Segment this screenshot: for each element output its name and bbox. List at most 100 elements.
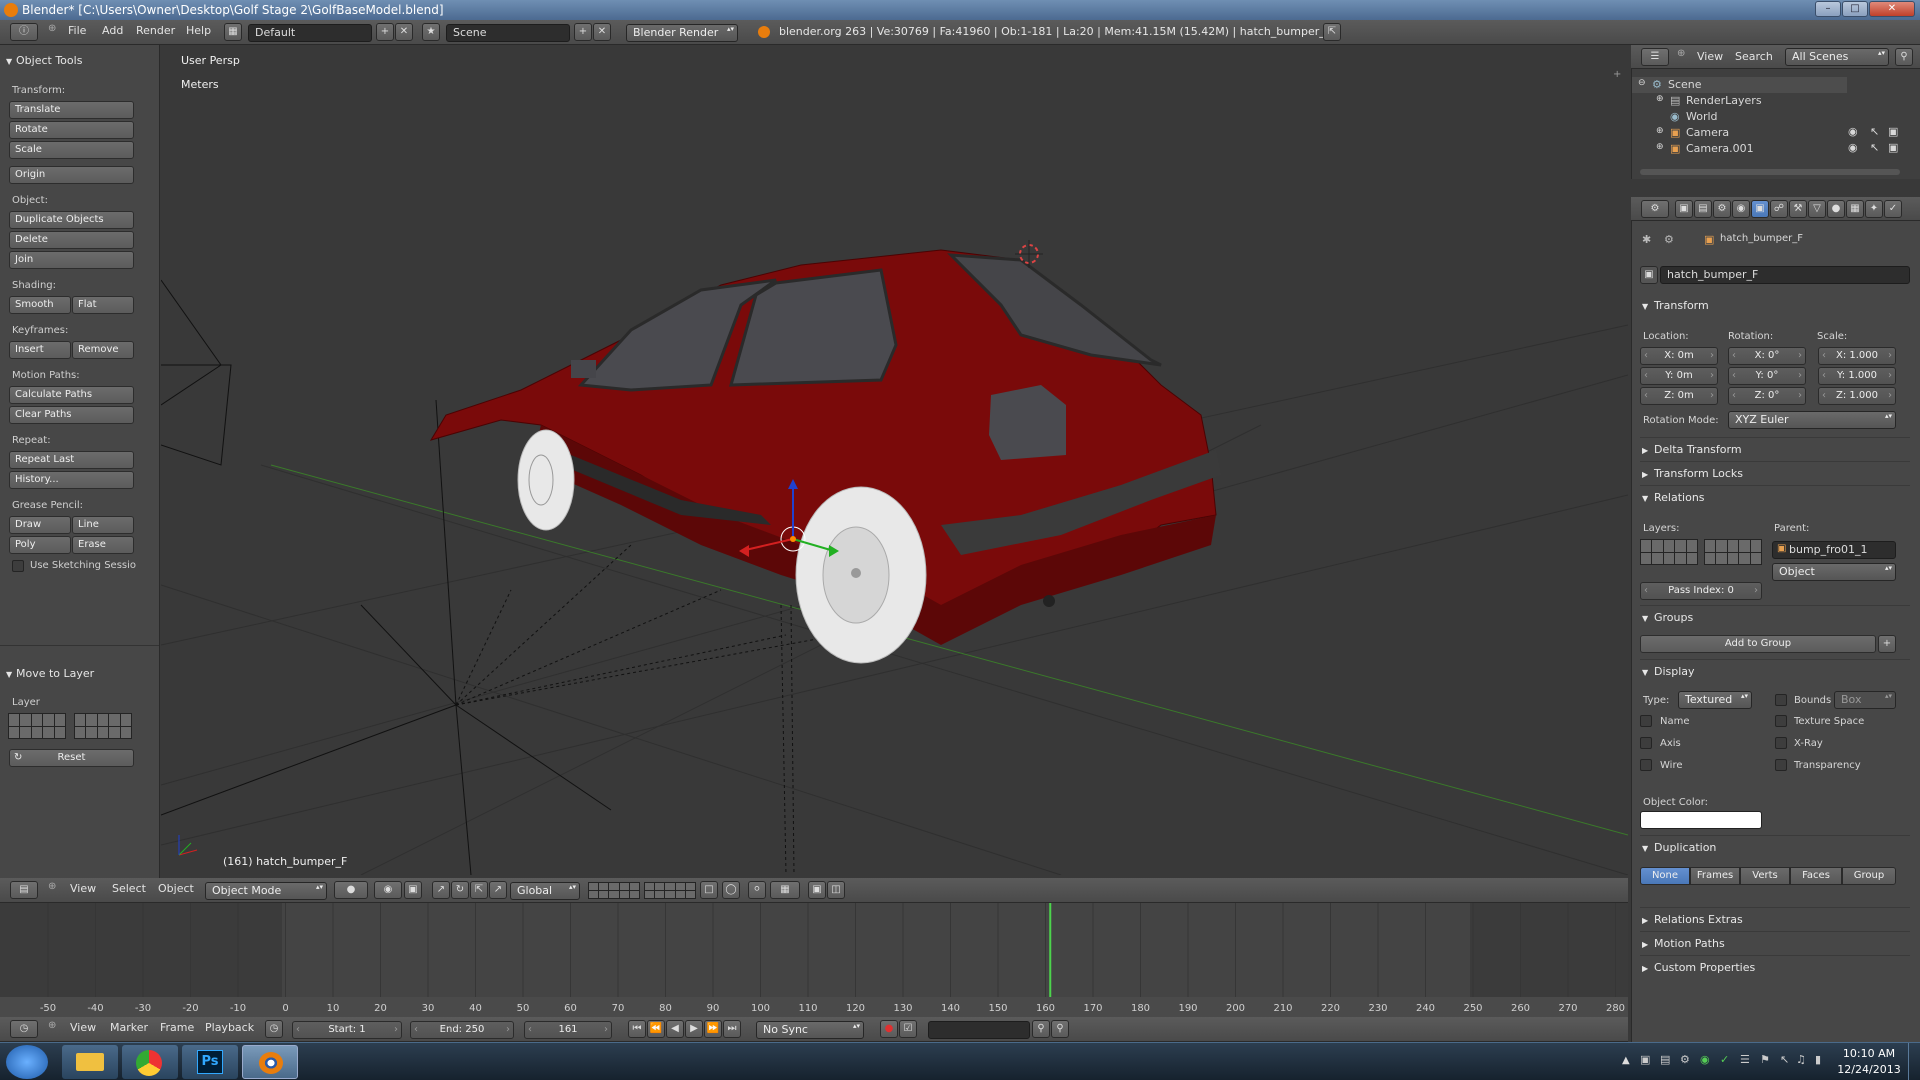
pass-index-field[interactable]: Pass Index: 0 — [1640, 582, 1762, 600]
delete-keyframe-icon[interactable]: ⚲ — [1051, 1020, 1069, 1038]
menu-help[interactable]: Help — [186, 20, 211, 42]
rotation-y-field[interactable]: Y: 0° — [1728, 367, 1806, 385]
show-desktop-button[interactable] — [1908, 1043, 1920, 1080]
world-tab-icon[interactable]: ◉ — [1732, 200, 1750, 218]
tray-cursor-icon[interactable]: ↖ — [1780, 1053, 1789, 1066]
outliner-row-camera001[interactable]: ⊕ ▣ Camera.001 ◉ ↖ ▣ — [1632, 141, 1920, 157]
relations-header[interactable]: ▼ Relations — [1642, 491, 1705, 504]
viewport-expand-icon[interactable]: + — [1613, 69, 1621, 80]
tray-monitor-icon[interactable]: ▤ — [1660, 1053, 1670, 1066]
screen-layout-icon[interactable]: ▦ — [224, 23, 242, 41]
display-type-select[interactable]: Textured — [1678, 691, 1752, 709]
timeline-editor[interactable]: -50 -40 -30 -20 -10 0 10 20 30 40 50 60 70 80 90 100 110… — [0, 903, 1628, 1017]
car-model[interactable] — [429, 249, 1221, 664]
grease-line-button[interactable]: Line — [72, 516, 134, 534]
mode-select[interactable]: Object Mode — [205, 882, 327, 900]
location-y-field[interactable]: Y: 0m — [1640, 367, 1718, 385]
expand-icon[interactable]: ⊕ — [1656, 126, 1664, 136]
menu-select[interactable]: Select — [112, 878, 146, 900]
grease-erase-button[interactable]: Erase — [72, 536, 134, 554]
custom-properties-header[interactable]: ▶ Custom Properties — [1642, 961, 1755, 974]
grease-draw-button[interactable]: Draw — [9, 516, 71, 534]
tray-wifi-icon[interactable]: ☰ — [1740, 1053, 1750, 1066]
viewport-layer-grid-left[interactable] — [588, 882, 640, 899]
parent-type-select[interactable]: Object — [1772, 563, 1896, 581]
add-scene-icon[interactable]: + — [574, 23, 592, 41]
maximize-button[interactable]: □ — [1842, 1, 1868, 17]
rotation-x-field[interactable]: X: 0° — [1728, 347, 1806, 365]
fullscreen-icon[interactable]: ⇱ — [1323, 23, 1341, 41]
scene-tab-icon[interactable]: ⚙ — [1713, 200, 1731, 218]
scene-field[interactable]: Scene — [446, 24, 570, 42]
dup-tab-verts[interactable]: Verts — [1740, 867, 1790, 885]
close-window-button[interactable]: ✕ — [1869, 1, 1915, 17]
minimize-button[interactable]: – — [1815, 1, 1841, 17]
grease-poly-button[interactable]: Poly — [9, 536, 71, 554]
shading-select-icon[interactable]: ● — [334, 881, 368, 899]
flat-button[interactable]: Flat — [72, 296, 134, 314]
menu-add[interactable]: Add — [102, 20, 123, 42]
outliner-row-renderlayers[interactable]: ⊕ ▤ RenderLayers — [1632, 93, 1920, 109]
scale-y-field[interactable]: Y: 1.000 — [1818, 367, 1896, 385]
start-button[interactable] — [6, 1045, 48, 1079]
outliner-menu-view[interactable]: View — [1697, 45, 1723, 69]
dup-tab-frames[interactable]: Frames — [1690, 867, 1740, 885]
outliner-filter-select[interactable]: All Scenes — [1785, 48, 1889, 66]
layer-grid-left[interactable] — [8, 713, 66, 739]
visibility-eye-icon[interactable]: ◉ — [1848, 141, 1858, 154]
expand-icon[interactable]: ⊖ — [1638, 78, 1646, 88]
texture-space-checkbox[interactable] — [1775, 715, 1787, 727]
expand-icon[interactable]: ⊕ — [1656, 142, 1664, 152]
clock-date[interactable]: 12/24/2013 — [1834, 1063, 1904, 1076]
translate-manipulator-icon[interactable]: ↗ — [432, 881, 450, 899]
outliner-menu-search[interactable]: Search — [1735, 45, 1773, 69]
insert-keyframe-button[interactable]: Insert — [9, 341, 71, 359]
outliner-row-scene[interactable]: ⊖ ⚙ Scene — [1632, 77, 1847, 93]
tray-volume-icon[interactable]: ♫ — [1796, 1053, 1806, 1066]
tray-flag-icon[interactable]: ⚑ — [1760, 1053, 1770, 1066]
menu-object[interactable]: Object — [158, 878, 194, 900]
editor-type-icon[interactable]: ◷ — [10, 1020, 38, 1038]
tray-check-icon[interactable]: ✓ — [1720, 1053, 1729, 1066]
add-to-group-button[interactable]: Add to Group — [1640, 635, 1876, 653]
dup-tab-faces[interactable]: Faces — [1790, 867, 1842, 885]
calculate-paths-button[interactable]: Calculate Paths — [9, 386, 134, 404]
timeline-menu-marker[interactable]: Marker — [110, 1017, 148, 1039]
jump-keyframe-forward-icon[interactable]: ⏩ — [704, 1020, 722, 1038]
menu-render[interactable]: Render — [136, 20, 175, 42]
selectable-cursor-icon[interactable]: ↖ — [1870, 141, 1879, 154]
dup-tab-none[interactable]: None — [1640, 867, 1690, 885]
rotation-mode-select[interactable]: XYZ Euler — [1728, 411, 1896, 429]
timeline-canvas[interactable]: -50 -40 -30 -20 -10 0 10 20 30 40 50 60 70 80 90 100 110… — [0, 903, 1628, 1017]
physics-tab-icon[interactable]: ✓ — [1884, 200, 1902, 218]
preview-range-icon[interactable]: ◷ — [265, 1020, 283, 1038]
opengl-anim-icon[interactable]: ◫ — [827, 881, 845, 899]
pivot-select-icon[interactable]: ◉ — [374, 881, 402, 899]
object-name-field[interactable]: hatch_bumper_F — [1660, 266, 1910, 284]
jump-keyframe-back-icon[interactable]: ⏪ — [647, 1020, 665, 1038]
parent-field[interactable]: bump_fro01_1 — [1772, 541, 1896, 559]
3d-viewport[interactable]: User Persp Meters (161) hatch_bumper_F + — [161, 45, 1628, 875]
screen-layout-field[interactable]: Default — [248, 24, 372, 42]
xray-checkbox[interactable] — [1775, 737, 1787, 749]
sync-select[interactable]: No Sync — [756, 1021, 864, 1039]
move-to-layer-header[interactable]: ▼ Move to Layer — [6, 667, 94, 680]
outliner-row-camera[interactable]: ⊕ ▣ Camera ◉ ↖ ▣ — [1632, 125, 1920, 141]
visibility-eye-icon[interactable]: ◉ — [1848, 125, 1858, 138]
timeline-menu-frame[interactable]: Frame — [160, 1017, 194, 1039]
jump-end-icon[interactable]: ⏭ — [723, 1020, 741, 1038]
editor-type-icon[interactable]: ⚙ — [1641, 200, 1669, 218]
duplicate-objects-button[interactable]: Duplicate Objects — [9, 211, 134, 229]
editor-type-icon[interactable]: ⓘ — [10, 23, 38, 41]
tray-power-icon[interactable]: ▮ — [1815, 1053, 1821, 1066]
timeline-menu-playback[interactable]: Playback — [205, 1017, 254, 1039]
object-tab-icon[interactable]: ▣ — [1751, 200, 1769, 218]
rotation-z-field[interactable]: Z: 0° — [1728, 387, 1806, 405]
smooth-button[interactable]: Smooth — [9, 296, 71, 314]
location-z-field[interactable]: Z: 0m — [1640, 387, 1718, 405]
end-frame-field[interactable]: End: 250 — [410, 1021, 514, 1039]
history-button[interactable]: History... — [9, 471, 134, 489]
remove-scene-icon[interactable]: ✕ — [593, 23, 611, 41]
relations-extras-header[interactable]: ▶ Relations Extras — [1642, 913, 1743, 926]
layer-grid-right[interactable] — [74, 713, 132, 739]
